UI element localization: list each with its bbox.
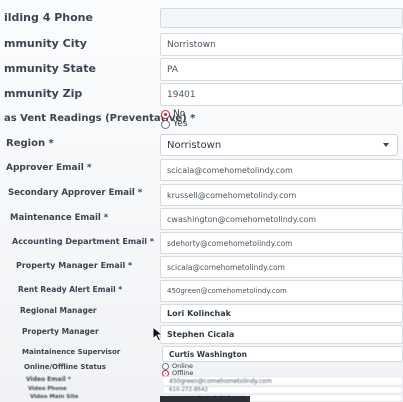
radio-gas-vent-yes[interactable]: Yes	[161, 119, 188, 129]
label-community-state: mmunity State	[4, 62, 96, 75]
label-maintenance-email: Maintenance Email *	[10, 213, 109, 223]
radio-gas-vent-no[interactable]: No	[161, 109, 185, 119]
label-region: Region *	[6, 138, 54, 149]
property-manager-email-input[interactable]: scicala@comehometolindy.com	[160, 256, 403, 278]
row-regional-manager: Regional Manager Lori Kolinchak	[0, 304, 403, 324]
secondary-approver-email-input[interactable]: krussell@comehometolindy.com	[160, 184, 403, 206]
maintenance-email-input[interactable]: cwashington@comehometolindy.com	[160, 208, 403, 230]
label-property-manager-email: Property Manager Email *	[16, 261, 133, 270]
community-city-input[interactable]: Norristown	[160, 33, 403, 56]
row-maintenance-email: Maintenance Email * cwashington@comehome…	[0, 208, 403, 232]
label-approver-email: Approver Email *	[6, 163, 92, 173]
row-community-state: mmunity State PA	[0, 58, 403, 82]
label-secondary-approver-email: Secondary Approver Email *	[8, 188, 143, 198]
row-video-phone: Video Phone 610-272-8542	[0, 386, 403, 394]
row-online-status: Online/Offline Status Online Offline	[0, 362, 403, 377]
maintenance-supervisor-input[interactable]: Curtis Washington	[162, 346, 403, 362]
row-region: Region * Norristown	[0, 134, 403, 158]
community-form: ilding 4 Phone mmunity City Norristown m…	[0, 0, 403, 402]
approver-email-input[interactable]: scicala@comehometolindy.com	[160, 159, 403, 181]
region-selected-value: Norristown	[167, 139, 222, 151]
screen-bezel-bottom	[160, 396, 250, 402]
label-video-email: Video Email *	[26, 376, 71, 383]
rent-ready-email-input[interactable]: 450green@comehometolindy.com	[160, 280, 403, 302]
row-rent-ready-email: Rent Ready Alert Email * 450green@comeho…	[0, 280, 403, 304]
row-video-email: Video Email * 450green@comehometolindy.c…	[0, 376, 403, 386]
label-regional-manager: Regional Manager	[20, 306, 97, 315]
video-phone-input[interactable]: 610-272-8542	[162, 386, 403, 394]
row-maintenance-supervisor: Maintainence Supervisor Curtis Washingto…	[0, 346, 403, 364]
label-accounting-email: Accounting Department Email *	[12, 237, 155, 246]
label-community-city: mmunity City	[4, 37, 87, 50]
label-video-main-site: Video Main Site	[30, 394, 79, 400]
video-email-input[interactable]: 450green@comehometolindy.com	[162, 376, 403, 386]
radio-label-yes: Yes	[173, 119, 188, 129]
row-property-manager: Property Manager Stephen Cicala	[0, 325, 403, 345]
chevron-down-icon	[383, 143, 389, 147]
label-building4-phone: ilding 4 Phone	[4, 11, 93, 24]
radio-label-no: No	[173, 109, 186, 119]
label-property-manager: Property Manager	[22, 327, 99, 336]
property-manager-input[interactable]: Stephen Cicala	[160, 325, 403, 344]
community-zip-input[interactable]: 19401	[160, 83, 403, 106]
row-property-manager-email: Property Manager Email * scicala@comehom…	[0, 256, 403, 280]
row-community-city: mmunity City Norristown	[0, 33, 403, 57]
mouse-cursor-icon	[152, 326, 164, 342]
radio-on-icon	[161, 109, 170, 119]
row-secondary-approver-email: Secondary Approver Email * krussell@come…	[0, 184, 403, 208]
label-rent-ready-email: Rent Ready Alert Email *	[18, 285, 123, 294]
label-community-zip: mmunity Zip	[4, 87, 83, 100]
radio-off-icon	[161, 119, 170, 129]
row-gas-vent: as Vent Readings (Preventative) * No Yes	[0, 109, 403, 131]
label-video-phone: Video Phone	[28, 386, 67, 392]
row-building4-phone: ilding 4 Phone	[0, 8, 403, 30]
label-maintenance-supervisor: Maintainence Supervisor	[22, 348, 121, 356]
label-online-status: Online/Offline Status	[24, 363, 106, 371]
region-select[interactable]: Norristown	[160, 134, 398, 156]
community-state-input[interactable]: PA	[160, 58, 403, 81]
row-accounting-email: Accounting Department Email * sdehorty@c…	[0, 232, 403, 256]
row-community-zip: mmunity Zip 19401	[0, 83, 403, 107]
regional-manager-input[interactable]: Lori Kolinchak	[160, 304, 403, 323]
row-approver-email: Approver Email * scicala@comehometolindy…	[0, 159, 403, 183]
building4-phone-input[interactable]	[160, 8, 403, 28]
accounting-email-input[interactable]: sdehorty@comehometolindy.com	[160, 232, 403, 254]
